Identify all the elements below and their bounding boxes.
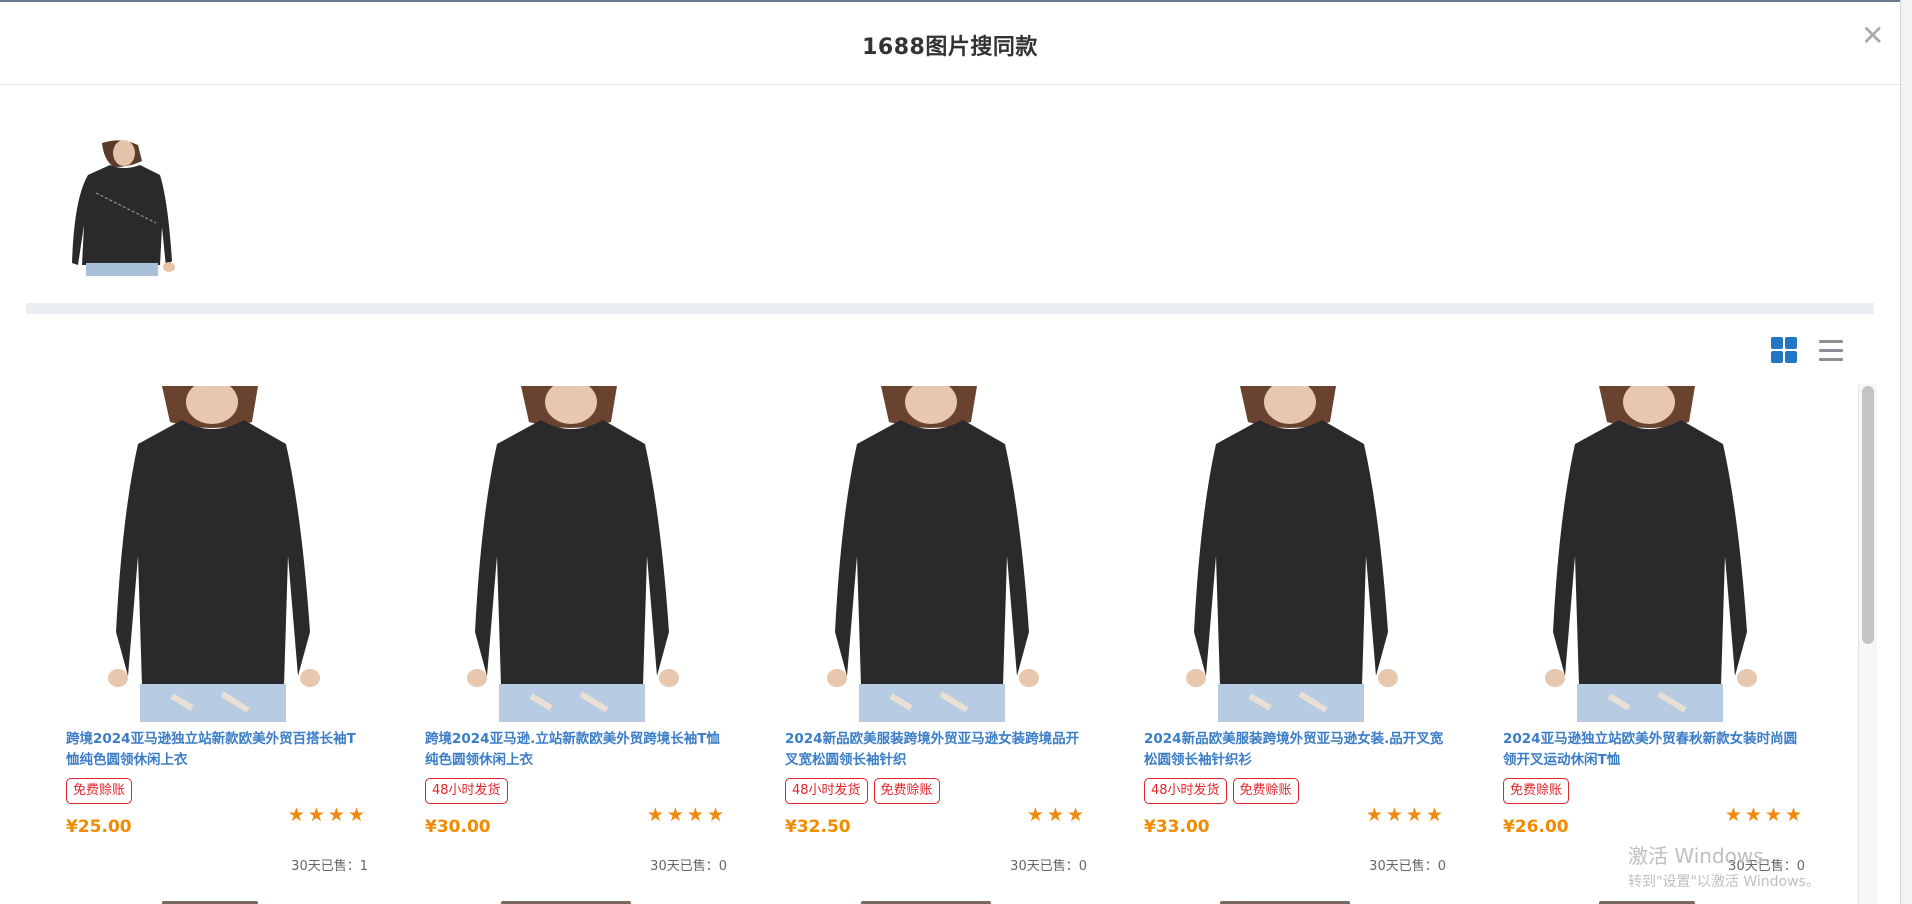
sales-count: 30天已售：0 [650,859,727,874]
close-icon[interactable]: ✕ [1861,22,1884,50]
product-title[interactable]: 跨境2024亚马逊独立站新款欧美外贸百搭长袖T恤纯色圆领休闲上衣 [66,729,366,771]
product-image[interactable] [52,386,378,722]
image-search-dialog: 1688图片搜同款 ✕ 跨境2024亚马逊独立站新款欧美外贸百搭长袖T恤纯色圆领… [0,0,1900,904]
product-title[interactable]: 2024新品欧美服装跨境外贸亚马逊女装跨境品开叉宽松圆领长袖针织 [785,729,1085,771]
tag-free-credit: 免费赊账 [1503,778,1570,804]
rating-stars: ★★★ [1026,804,1087,826]
sales-count: 30天已售：1 [291,859,368,874]
product-image[interactable] [1130,386,1456,722]
product-card[interactable]: 跨境2024亚马逊独立站新款欧美外贸百搭长袖T恤纯色圆领休闲上衣 免费赊账 ★★… [52,384,378,894]
product-tags: 48小时发货 免费赊账 [785,778,940,806]
product-price: ¥25.00 [66,817,132,837]
rating-stars: ★★★★ [1365,804,1446,826]
sales-count: 30天已售：0 [1369,859,1446,874]
product-tags: 48小时发货 免费赊账 [1144,778,1299,806]
product-image[interactable] [1489,386,1815,722]
tag-free-credit: 免费赊账 [1232,778,1299,804]
rating-stars: ★★★★ [1724,804,1805,826]
tag-48h-shipping: 48小时发货 [785,778,868,804]
product-card[interactable]: 2024新品欧美服装跨境外贸亚马逊女装.品开叉宽松圆领长袖针织衫 48小时发货 … [1130,384,1456,894]
watermark-line1: 激活 Windows [1628,844,1764,868]
product-image[interactable] [411,386,737,722]
watermark-line2: 转到"设置"以激活 Windows。 [1628,874,1820,890]
tag-48h-shipping: 48小时发货 [425,778,508,804]
results-scrollbar[interactable] [1858,384,1877,904]
product-tags: 免费赊账 [66,778,133,806]
product-image[interactable] [771,386,1097,722]
list-view-icon[interactable] [1819,337,1845,365]
rating-stars: ★★★★ [646,804,727,826]
product-price: ¥33.00 [1144,817,1210,837]
sales-count: 30天已售：0 [1010,859,1087,874]
windows-activation-watermark: 激活 Windows 转到"设置"以激活 Windows。 [1628,840,1820,891]
product-tags: 免费赊账 [1503,778,1570,806]
product-price: ¥30.00 [425,817,491,837]
product-price: ¥26.00 [1503,817,1569,837]
product-title[interactable]: 2024亚马逊独立站欧美外贸春秋新款女装时尚圆领开叉运动休闲T恤 [1503,729,1803,771]
shirt-model-photo [52,139,191,276]
product-title[interactable]: 跨境2024亚马逊.立站新款欧美外贸跨境长袖T恤纯色圆领休闲上衣 [425,729,725,771]
scrollbar-thumb[interactable] [1862,386,1874,644]
product-title[interactable]: 2024新品欧美服装跨境外贸亚马逊女装.品开叉宽松圆领长袖针织衫 [1144,729,1444,771]
product-price: ¥32.50 [785,817,851,837]
dialog-title: 1688图片搜同款 [862,35,1038,60]
tag-free-credit: 免费赊账 [873,778,940,804]
product-card[interactable]: 2024新品欧美服装跨境外贸亚马逊女装跨境品开叉宽松圆领长袖针织 48小时发货 … [771,384,1097,894]
section-divider [26,303,1874,314]
product-card[interactable]: 跨境2024亚马逊.立站新款欧美外贸跨境长袖T恤纯色圆领休闲上衣 48小时发货 … [411,384,737,894]
tag-free-credit: 免费赊账 [66,778,133,804]
product-tags: 48小时发货 [425,778,508,806]
query-image [52,139,191,276]
page-scroll-edge [1900,0,1912,904]
rating-stars: ★★★★ [287,804,368,826]
tag-48h-shipping: 48小时发货 [1144,778,1227,804]
dialog-header: 1688图片搜同款 ✕ [0,2,1900,85]
grid-view-icon[interactable] [1771,337,1799,365]
product-card[interactable]: 2024亚马逊独立站欧美外贸春秋新款女装时尚圆领开叉运动休闲T恤 免费赊账 ★★… [1489,384,1815,894]
